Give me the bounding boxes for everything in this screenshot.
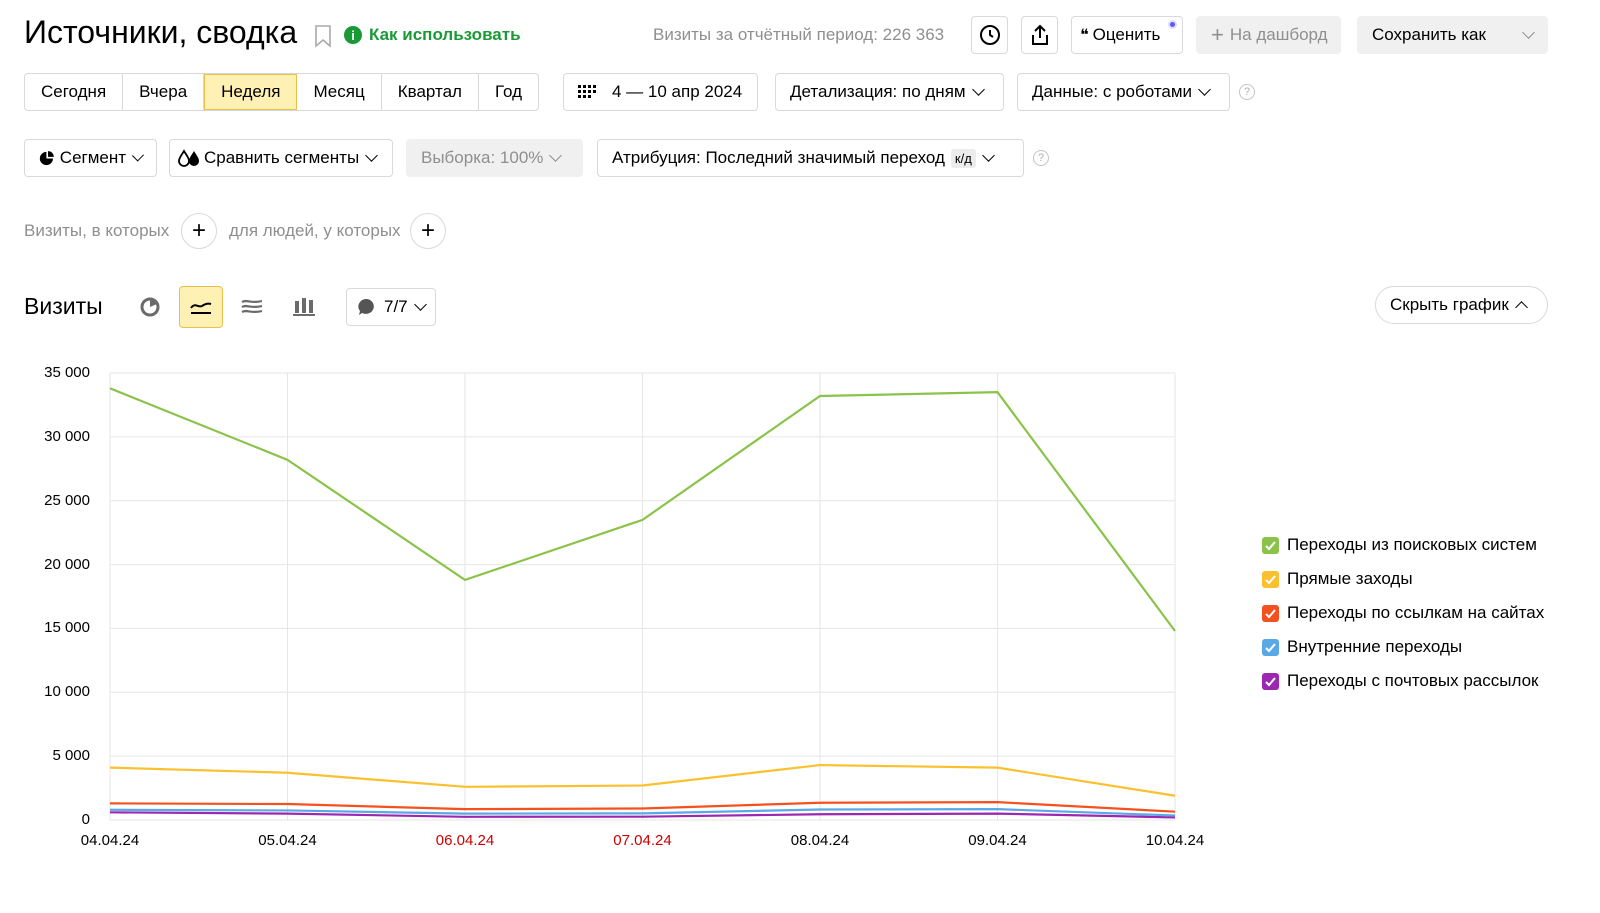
checkbox-checked-icon xyxy=(1262,672,1279,690)
x-tick-label: 08.04.24 xyxy=(790,832,850,849)
x-tick-label: 04.04.24 xyxy=(80,832,140,849)
checkbox-checked-icon xyxy=(1262,570,1279,588)
legend-label: Переходы с почтовых рассылок xyxy=(1287,671,1539,690)
legend-item[interactable]: Переходы по ссылкам на сайтах xyxy=(1262,603,1544,623)
y-tick-label: 35 000 xyxy=(44,364,90,381)
legend-item[interactable]: Переходы из поисковых систем xyxy=(1262,535,1537,555)
y-tick-label: 15 000 xyxy=(44,619,90,637)
y-tick-label: 25 000 xyxy=(44,491,90,509)
x-tick-label: 09.04.24 xyxy=(968,832,1027,849)
checkbox-checked-icon xyxy=(1262,604,1279,622)
checkbox-checked-icon xyxy=(1262,638,1279,656)
legend-label: Переходы из поисковых систем xyxy=(1287,535,1537,554)
x-tick-label: 06.04.24 xyxy=(435,832,495,849)
legend-label: Внутренние переходы xyxy=(1287,637,1463,656)
y-tick-label: 5 000 xyxy=(52,747,90,765)
checkbox-checked-icon xyxy=(1262,536,1279,554)
y-tick-label: 10 000 xyxy=(44,683,90,701)
y-tick-label: 20 000 xyxy=(44,555,90,573)
legend-label: Прямые заходы xyxy=(1287,569,1413,588)
legend-item[interactable]: Внутренние переходы xyxy=(1262,637,1462,657)
y-tick-label: 30 000 xyxy=(44,427,90,445)
x-tick-label: 10.04.24 xyxy=(1145,832,1205,849)
x-tick-label: 05.04.24 xyxy=(258,832,317,849)
legend-label: Переходы по ссылкам на сайтах xyxy=(1287,603,1545,622)
legend-item[interactable]: Переходы с почтовых рассылок xyxy=(1262,671,1538,691)
y-tick-label: 0 xyxy=(81,811,90,828)
legend-item[interactable]: Прямые заходы xyxy=(1262,569,1413,589)
visits-line-chart xyxy=(109,372,1176,821)
x-tick-label: 07.04.24 xyxy=(613,832,672,849)
